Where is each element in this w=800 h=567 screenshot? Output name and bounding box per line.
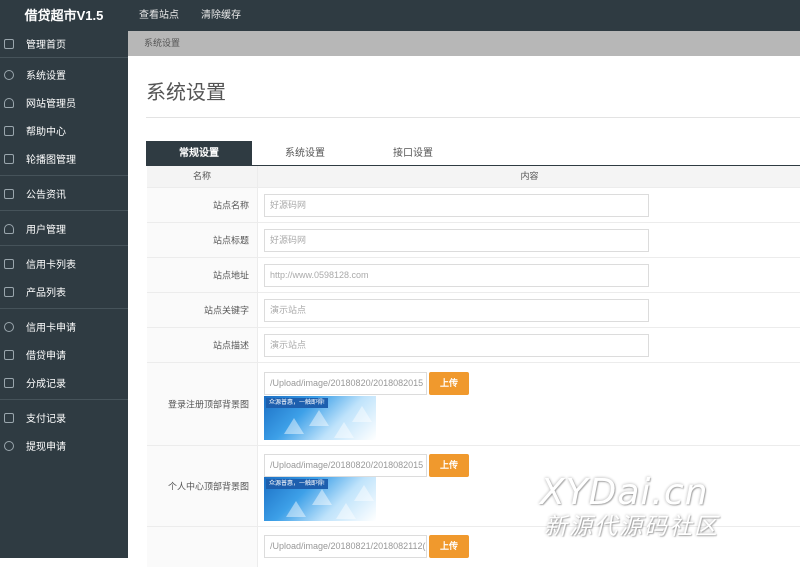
user-icon: [4, 97, 14, 108]
site-title-input[interactable]: 好源码网: [264, 229, 649, 252]
news-icon: [4, 188, 14, 199]
sidebar-item-users[interactable]: 用户管理: [0, 216, 128, 241]
withdraw-icon: [4, 440, 14, 451]
sidebar-item-label: 信用卡列表: [26, 260, 76, 271]
upload-button[interactable]: 上传: [429, 535, 469, 558]
profile-banner-thumbnail: 众源普惠，一触即得!: [264, 477, 376, 521]
upload-button[interactable]: 上传: [429, 372, 469, 395]
image-icon: [4, 153, 14, 164]
page-title: 系统设置: [146, 82, 226, 104]
table-row: 站点名称 好源码网: [147, 188, 800, 223]
tab-general-settings[interactable]: 常规设置: [146, 141, 252, 166]
link-icon: [4, 321, 14, 332]
tab-bar: 常规设置 系统设置 接口设置: [146, 141, 800, 166]
pay-icon: [4, 412, 14, 423]
field-label: 站点地址: [212, 270, 249, 281]
sidebar-item-label: 分成记录: [26, 379, 66, 390]
sidebar-item-label: 产品列表: [26, 288, 66, 299]
sidebar-item-credit-cards[interactable]: 信用卡列表: [0, 251, 128, 276]
sidebar-item-card-applications[interactable]: 信用卡申请: [0, 314, 128, 339]
watermark-domain: XYDai.cn: [540, 472, 709, 513]
table-row: 站点地址 http://www.0598128.com: [147, 258, 800, 293]
sidebar-item-label: 系统设置: [26, 71, 66, 82]
users-icon: [4, 223, 14, 234]
table-header: 名称 内容: [147, 166, 800, 188]
sidebar-item-label: 网站管理员: [26, 99, 76, 110]
column-header-name: 名称: [147, 166, 258, 187]
sidebar-item-label: 信用卡申请: [26, 323, 76, 334]
field-label: 站点标题: [212, 235, 249, 246]
column-header-content: 内容: [520, 171, 539, 181]
square-icon: [4, 286, 14, 297]
sidebar-divider: [0, 399, 128, 400]
sidebar-item-system-settings[interactable]: 系统设置: [0, 62, 128, 87]
table-row: 登录注册顶部背景图 /Upload/image/20180820/2018082…: [147, 363, 800, 446]
sidebar-item-label: 借贷申请: [26, 351, 66, 362]
gear-icon: [4, 69, 14, 80]
sidebar-item-withdrawals[interactable]: 提现申请: [0, 433, 128, 458]
site-description-input[interactable]: 演示站点: [264, 334, 649, 357]
sidebar-item-commission[interactable]: 分成记录: [0, 370, 128, 395]
watermark-caption: 新源代源码社区: [544, 513, 719, 539]
clear-cache-link[interactable]: 清除缓存: [190, 0, 252, 31]
login-banner-path-input[interactable]: /Upload/image/20180820/2018082015: [264, 372, 427, 395]
divider: [146, 117, 800, 118]
tab-api-settings[interactable]: 接口设置: [358, 141, 468, 166]
field-label: 登录注册顶部背景图: [167, 399, 249, 410]
table-row: 站点标题 好源码网: [147, 223, 800, 258]
app-title: 借贷超市V1.5: [24, 8, 104, 23]
top-nav: 查看站点 清除缓存: [128, 0, 252, 31]
sidebar-item-help[interactable]: 帮助中心: [0, 118, 128, 143]
watermark: XYDai.cn 新源代源码社区: [540, 474, 800, 540]
banner-path-input[interactable]: /Upload/image/20180821/2018082112(: [264, 535, 427, 558]
sidebar-divider: [0, 210, 128, 211]
sidebar-item-home[interactable]: 管理首页: [0, 31, 128, 56]
table-row: 站点关键字 演示站点: [147, 293, 800, 328]
sidebar-item-label: 提现申请: [26, 442, 66, 453]
site-keywords-input[interactable]: 演示站点: [264, 299, 649, 322]
thumbnail-caption: 众源普惠，一触即得!: [266, 398, 328, 408]
breadcrumb: 系统设置: [128, 31, 800, 56]
site-url-input[interactable]: http://www.0598128.com: [264, 264, 649, 287]
upload-button[interactable]: 上传: [429, 454, 469, 477]
view-site-link[interactable]: 查看站点: [128, 0, 190, 31]
field-label: 站点描述: [212, 340, 249, 351]
sidebar-item-label: 支付记录: [26, 414, 66, 425]
sidebar: 管理首页 系统设置 网站管理员 帮助中心 轮播图管理 公告资讯 用户管理 信用卡…: [0, 31, 128, 558]
table-row: 站点描述 演示站点: [147, 328, 800, 363]
top-bar: 借贷超市V1.5 查看站点 清除缓存: [0, 0, 800, 31]
sidebar-item-label: 管理首页: [26, 40, 66, 51]
field-label: 个人中心顶部背景图: [167, 481, 249, 492]
tab-system-settings[interactable]: 系统设置: [252, 141, 358, 166]
sidebar-divider: [0, 57, 128, 58]
home-icon: [4, 38, 14, 49]
sidebar-item-label: 公告资讯: [26, 190, 66, 201]
sidebar-item-admins[interactable]: 网站管理员: [0, 90, 128, 115]
breadcrumb-label: 系统设置: [144, 38, 181, 48]
sidebar-item-label: 帮助中心: [26, 127, 66, 138]
thumbnail-caption: 众源普惠，一触即得!: [266, 479, 328, 489]
sidebar-item-announcements[interactable]: 公告资讯: [0, 181, 128, 206]
field-label: 站点关键字: [203, 305, 249, 316]
sidebar-divider: [0, 308, 128, 309]
login-banner-thumbnail: 众源普惠，一触即得!: [264, 396, 376, 440]
sidebar-item-loan-applications[interactable]: 借贷申请: [0, 342, 128, 367]
record-icon: [4, 377, 14, 388]
grid-icon: [4, 258, 14, 269]
sidebar-divider: [0, 245, 128, 246]
help-icon: [4, 125, 14, 136]
sidebar-item-carousel[interactable]: 轮播图管理: [0, 146, 128, 171]
profile-banner-path-input[interactable]: /Upload/image/20180820/2018082015: [264, 454, 427, 477]
field-label: 站点名称: [212, 200, 249, 211]
sidebar-item-payments[interactable]: 支付记录: [0, 405, 128, 430]
sidebar-item-label: 轮播图管理: [26, 155, 76, 166]
sidebar-item-products[interactable]: 产品列表: [0, 279, 128, 304]
sidebar-item-label: 用户管理: [26, 225, 66, 236]
sidebar-divider: [0, 175, 128, 176]
site-name-input[interactable]: 好源码网: [264, 194, 649, 217]
edit-icon: [4, 349, 14, 360]
